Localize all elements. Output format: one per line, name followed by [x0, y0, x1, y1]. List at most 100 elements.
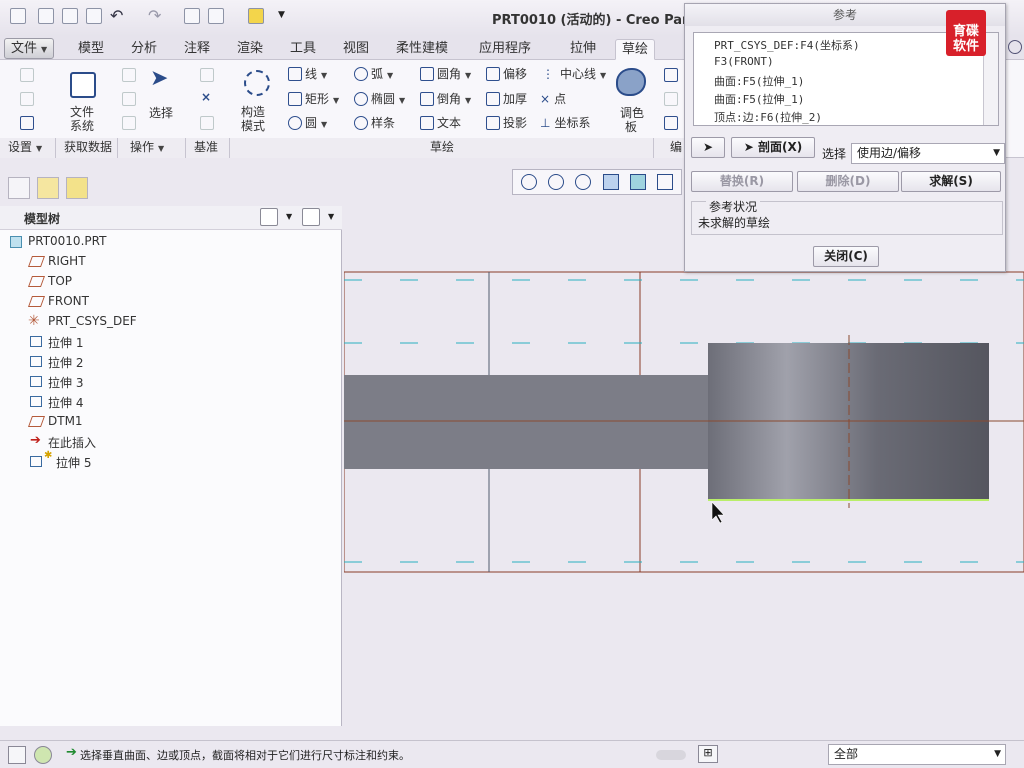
- solve-button[interactable]: 求解(S): [901, 171, 1001, 192]
- tree-filters-icon[interactable]: [302, 208, 320, 226]
- tab-applications[interactable]: 应用程序: [473, 39, 537, 60]
- tree-settings-icon[interactable]: [260, 208, 278, 226]
- group-operations[interactable]: 操作 ▼: [118, 138, 186, 158]
- construction-mode-icon[interactable]: [244, 70, 270, 96]
- divide-icon[interactable]: [664, 116, 678, 130]
- close-button[interactable]: 关闭(C): [813, 246, 879, 267]
- offset-button[interactable]: 偏移: [486, 66, 527, 82]
- mirror-icon[interactable]: [664, 92, 678, 106]
- chevron-down-icon[interactable]: ▼: [328, 212, 334, 221]
- tree-item-extrude-5[interactable]: ✱ 拉伸 5: [30, 450, 91, 471]
- spline-button[interactable]: 样条: [354, 115, 395, 131]
- favorites-tab-icon[interactable]: [66, 177, 88, 199]
- thicken-button[interactable]: 加厚: [486, 91, 527, 107]
- tree-item-top[interactable]: TOP: [27, 274, 72, 288]
- tree-item-front[interactable]: FRONT: [27, 294, 89, 308]
- browser-toggle-icon[interactable]: [34, 746, 52, 764]
- new-file-icon[interactable]: [38, 8, 54, 24]
- tab-file[interactable]: 文件 ▼: [4, 38, 55, 59]
- fillet-button[interactable]: 圆角 ▼: [420, 66, 471, 84]
- graphics-window[interactable]: [343, 200, 1024, 726]
- text-button[interactable]: 文本: [420, 115, 461, 131]
- tab-flexible-modeling[interactable]: 柔性建模: [390, 39, 454, 60]
- tab-annotate[interactable]: 注释: [178, 39, 216, 60]
- chamfer-button[interactable]: 倒角 ▼: [420, 91, 471, 109]
- help-icon[interactable]: [1008, 40, 1022, 54]
- display-style-icon[interactable]: [630, 174, 646, 190]
- chevron-down-icon[interactable]: ▼: [286, 212, 292, 221]
- rectangle-button[interactable]: 矩形 ▼: [288, 91, 339, 109]
- circle-button[interactable]: 圆 ▼: [288, 115, 327, 133]
- construction-mode-label-2[interactable]: 模式: [241, 118, 265, 134]
- tree-item-right[interactable]: RIGHT: [27, 254, 86, 268]
- tab-view[interactable]: 视图: [337, 39, 375, 60]
- tree-item-dtm1[interactable]: DTM1: [27, 414, 83, 428]
- section-button[interactable]: ➤ 剖面(X): [731, 137, 815, 158]
- delete-button[interactable]: 删除(D): [797, 171, 899, 192]
- list-item[interactable]: F3(FRONT): [714, 55, 774, 68]
- tree-item-csys[interactable]: ✳ PRT_CSYS_DEF: [28, 313, 137, 329]
- zoom-in-icon[interactable]: [548, 174, 564, 190]
- list-item[interactable]: 曲面:F5(拉伸_1): [714, 91, 804, 107]
- undo-icon[interactable]: ↶: [110, 6, 123, 25]
- copy-icon[interactable]: [122, 92, 136, 106]
- regenerate-icon[interactable]: [184, 8, 200, 24]
- folder-icon[interactable]: [248, 8, 264, 24]
- folder-browser-tab-icon[interactable]: [37, 177, 59, 199]
- tree-item-extrude-1[interactable]: 拉伸 1: [30, 334, 83, 351]
- references-icon[interactable]: [20, 92, 34, 106]
- window-icon[interactable]: [208, 8, 224, 24]
- ellipse-button[interactable]: 椭圆 ▼: [354, 91, 405, 109]
- tab-render[interactable]: 渲染: [231, 39, 269, 60]
- paste-icon[interactable]: [122, 116, 136, 130]
- datum-csys-icon[interactable]: [200, 116, 214, 130]
- zoom-out-icon[interactable]: [575, 174, 591, 190]
- cut-icon[interactable]: [122, 68, 136, 82]
- tree-item-part[interactable]: PRT0010.PRT: [10, 234, 106, 248]
- tree-toggle-icon[interactable]: [8, 746, 26, 764]
- refit-icon[interactable]: [521, 174, 537, 190]
- save-icon[interactable]: [86, 8, 102, 24]
- redo-icon[interactable]: ↷: [148, 6, 161, 25]
- group-setup[interactable]: 设置 ▼: [0, 138, 56, 158]
- centerline-datum-icon[interactable]: [200, 68, 214, 82]
- tab-tools[interactable]: 工具: [284, 39, 322, 60]
- tree-item-extrude-2[interactable]: 拉伸 2: [30, 354, 83, 371]
- coordsys-button[interactable]: ⊥ 坐标系: [540, 115, 590, 131]
- sketch-view-icon[interactable]: [20, 116, 34, 130]
- select-reference-button[interactable]: ➤: [691, 137, 725, 158]
- tab-sketch[interactable]: 草绘: [615, 39, 656, 60]
- model-tree-tab-icon[interactable]: [8, 177, 30, 199]
- list-item[interactable]: PRT_CSYS_DEF:F4(坐标系): [714, 37, 860, 53]
- file-system-icon[interactable]: [70, 72, 96, 98]
- select-arrow-icon[interactable]: ➤: [150, 66, 168, 91]
- project-button[interactable]: 投影: [486, 115, 527, 131]
- line-button[interactable]: 线 ▼: [288, 66, 327, 84]
- replace-button[interactable]: 替换(R): [691, 171, 793, 192]
- palette-label-2[interactable]: 板: [625, 119, 637, 135]
- filter-dropdown[interactable]: 全部 ▼: [828, 744, 1006, 765]
- sketch-setup-icon[interactable]: [20, 68, 34, 82]
- palette-icon[interactable]: [616, 68, 646, 96]
- list-item[interactable]: 顶点:边:F6(拉伸_2): [714, 109, 822, 125]
- repaint-icon[interactable]: [603, 174, 619, 190]
- select-method-dropdown[interactable]: 使用边/偏移 ▼: [851, 143, 1005, 164]
- modify-icon[interactable]: [664, 68, 678, 82]
- sketch-display-icon[interactable]: [657, 174, 673, 190]
- binoculars-icon[interactable]: ⊞: [698, 745, 718, 763]
- tree-item-insert-here[interactable]: ➔ 在此插入: [30, 433, 96, 451]
- datum-point-icon[interactable]: ×: [201, 90, 211, 104]
- centerline-button[interactable]: ⋮ 中心线 ▼: [542, 66, 606, 84]
- tree-item-extrude-4[interactable]: 拉伸 4: [30, 394, 83, 411]
- tab-analysis[interactable]: 分析: [125, 39, 163, 60]
- point-button[interactable]: × 点: [540, 91, 566, 107]
- tab-model[interactable]: 模型: [72, 39, 110, 60]
- select-button[interactable]: 选择: [149, 105, 173, 121]
- tree-item-extrude-3[interactable]: 拉伸 3: [30, 374, 83, 391]
- customize-icon[interactable]: ▼: [278, 10, 285, 20]
- arc-button[interactable]: 弧 ▼: [354, 66, 393, 84]
- open-file-icon[interactable]: [62, 8, 78, 24]
- list-item[interactable]: 曲面:F5(拉伸_1): [714, 73, 804, 89]
- tab-extrude[interactable]: 拉伸: [564, 39, 602, 60]
- file-system-label-2[interactable]: 系统: [70, 118, 94, 134]
